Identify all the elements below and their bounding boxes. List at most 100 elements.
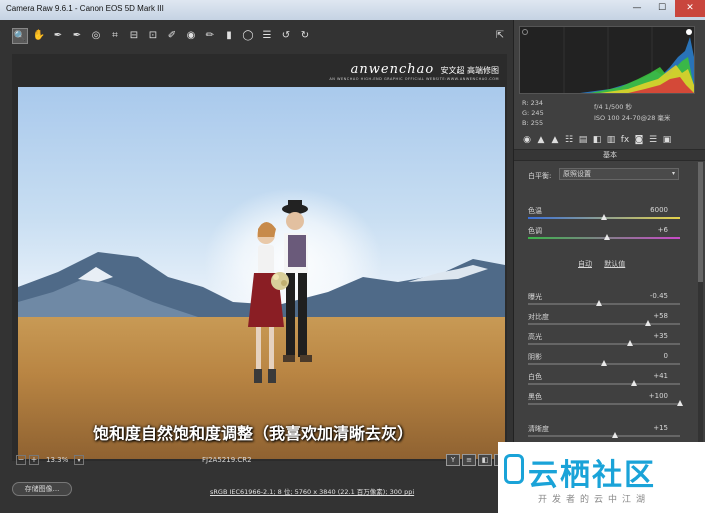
- rgb-readout: R: 234 G: 245 B: 255: [522, 98, 544, 128]
- contrast-value[interactable]: +58: [653, 312, 668, 320]
- shadows-value[interactable]: 0: [664, 352, 668, 360]
- shadows-slider[interactable]: 阴影 0: [528, 352, 680, 370]
- default-link[interactable]: 默认值: [604, 260, 625, 268]
- white-balance-select[interactable]: 原照设置 ▾: [559, 168, 679, 180]
- view-cycle-button[interactable]: ≡: [462, 454, 476, 466]
- contrast-track[interactable]: [528, 323, 680, 325]
- site-watermark: 云栖社区 开发者的云中江湖: [498, 442, 705, 513]
- contrast-thumb[interactable]: [645, 320, 652, 326]
- swap-view-button[interactable]: ◧: [478, 454, 492, 466]
- status-bar: − + 13.3% ▾ FJ2A5219.CR2 Y ≡ ◧ ⊞: [12, 454, 508, 468]
- readout-r: R: 234: [522, 99, 543, 107]
- white-balance-tool-icon[interactable]: ✒: [50, 28, 66, 44]
- spot-removal-tool-icon[interactable]: ✐: [164, 28, 180, 44]
- transform-tool-icon[interactable]: ⊡: [145, 28, 161, 44]
- contrast-label: 对比度: [528, 313, 549, 321]
- whites-thumb[interactable]: [631, 380, 638, 386]
- whites-value[interactable]: +41: [653, 372, 668, 380]
- graduated-filter-tool-icon[interactable]: ▮: [221, 28, 237, 44]
- rotate-right-tool-icon[interactable]: ↻: [297, 28, 313, 44]
- targeted-adjustment-tool-icon[interactable]: ◎: [88, 28, 104, 44]
- temperature-value[interactable]: 6000: [650, 206, 668, 214]
- watermark-title: 云栖社区: [528, 458, 656, 493]
- section-title: 基本: [514, 149, 705, 161]
- panel-tab-icon[interactable]: ◙: [634, 134, 644, 146]
- color-sampler-tool-icon[interactable]: ✒: [69, 28, 85, 44]
- clarity-slider[interactable]: 清晰度 +15: [528, 424, 680, 442]
- contrast-slider[interactable]: 对比度 +58: [528, 312, 680, 330]
- man-vest: [288, 235, 306, 267]
- adjustment-panel: R: 234 G: 245 B: 255 f/4 1/500 秒 ISO 100…: [513, 20, 705, 513]
- image-canvas[interactable]: anwenchao 安文超 高端修图 AN WENCHAO HIGH-END G…: [12, 54, 507, 461]
- zoom-out-button[interactable]: −: [16, 455, 26, 465]
- preferences-tool-icon[interactable]: ☰: [259, 28, 275, 44]
- shadows-thumb[interactable]: [601, 360, 607, 366]
- zoom-level: 13.3%: [46, 456, 69, 464]
- toggle-fullscreen-icon[interactable]: ⇱: [492, 28, 508, 44]
- panel-tab-icon[interactable]: fx: [620, 134, 630, 146]
- whites-slider[interactable]: 白色 +41: [528, 372, 680, 390]
- tint-slider[interactable]: 色调 +6: [528, 226, 680, 244]
- view-y-button[interactable]: Y: [446, 454, 460, 466]
- hand-tool-icon[interactable]: ✋: [31, 28, 47, 44]
- tutorial-caption: 饱和度自然饱和度调整（我喜欢加清晰去灰）: [93, 424, 414, 443]
- blacks-track[interactable]: [528, 403, 680, 405]
- highlights-slider[interactable]: 高光 +35: [528, 332, 680, 350]
- couple: [248, 200, 312, 383]
- adjustment-brush-tool-icon[interactable]: ✏: [202, 28, 218, 44]
- scrollbar-thumb[interactable]: [698, 162, 703, 282]
- straighten-tool-icon[interactable]: ⊟: [126, 28, 142, 44]
- exposure-value[interactable]: -0.45: [650, 292, 668, 300]
- exposure-thumb[interactable]: [596, 300, 603, 306]
- close-button[interactable]: ✕: [675, 0, 705, 17]
- crop-tool-icon[interactable]: ⌗: [107, 28, 123, 44]
- tint-value[interactable]: +6: [658, 226, 668, 234]
- toolbar: 🔍 ✋ ✒ ✒ ◎ ⌗ ⊟ ⊡ ✐ ◉ ✏ ▮ ◯ ☰ ↺ ↻: [12, 28, 502, 46]
- shadow-clipping-icon[interactable]: [522, 29, 528, 35]
- highlights-track[interactable]: [528, 343, 680, 345]
- temperature-thumb[interactable]: [601, 214, 607, 220]
- panel-tab-icon[interactable]: ☷: [564, 134, 574, 146]
- logo-brand: anwenchao: [350, 62, 435, 77]
- temperature-slider[interactable]: 色温 6000: [528, 206, 680, 224]
- panel-tab-icon[interactable]: ▤: [578, 134, 588, 146]
- panel-tab-icon[interactable]: ▥: [606, 134, 616, 146]
- blacks-label: 黑色: [528, 393, 542, 401]
- auto-link[interactable]: 自动: [578, 260, 592, 268]
- photo-preview[interactable]: 饱和度自然饱和度调整（我喜欢加清晰去灰）: [18, 87, 505, 459]
- red-eye-tool-icon[interactable]: ◉: [183, 28, 199, 44]
- panel-tab-icon[interactable]: ▲: [550, 134, 560, 146]
- panel-tab-icon[interactable]: ◉: [522, 134, 532, 146]
- clarity-track[interactable]: [528, 435, 680, 437]
- zoom-in-button[interactable]: +: [29, 455, 39, 465]
- clarity-thumb[interactable]: [611, 432, 618, 438]
- highlight-clipping-icon[interactable]: [686, 29, 692, 35]
- panel-tab-icon[interactable]: ▣: [662, 134, 672, 146]
- minimize-button[interactable]: —: [625, 0, 649, 17]
- highlights-value[interactable]: +35: [653, 332, 668, 340]
- blacks-thumb[interactable]: [677, 400, 683, 406]
- zoom-tool-icon[interactable]: 🔍: [12, 28, 28, 44]
- radial-filter-tool-icon[interactable]: ◯: [240, 28, 256, 44]
- panel-scrollbar[interactable]: [698, 162, 703, 452]
- tint-thumb[interactable]: [604, 234, 611, 240]
- panel-tab-icon[interactable]: ☰: [648, 134, 658, 146]
- blacks-value[interactable]: +100: [649, 392, 668, 400]
- histogram: [519, 26, 695, 94]
- rotate-left-tool-icon[interactable]: ↺: [278, 28, 294, 44]
- panel-tab-icon[interactable]: ◧: [592, 134, 602, 146]
- workflow-options-link[interactable]: sRGB IEC61966-2.1; 8 位; 5760 x 3840 (22.…: [210, 486, 414, 496]
- maximize-button[interactable]: ☐: [650, 0, 674, 17]
- whites-track[interactable]: [528, 383, 680, 385]
- highlights-thumb[interactable]: [626, 340, 633, 346]
- save-image-button[interactable]: 存储图像...: [12, 482, 72, 496]
- clarity-value[interactable]: +15: [653, 424, 668, 432]
- histogram-graph: [563, 27, 694, 93]
- exposure-track[interactable]: [528, 303, 680, 305]
- window-title: Camera Raw 9.6.1 - Canon EOS 5D Mark III: [6, 4, 164, 13]
- blacks-slider[interactable]: 黑色 +100: [528, 392, 683, 410]
- bouquet: [271, 272, 289, 290]
- exposure-slider[interactable]: 曝光 -0.45: [528, 292, 680, 310]
- zoom-dropdown[interactable]: ▾: [74, 455, 84, 465]
- panel-tab-icon[interactable]: ▲: [536, 134, 546, 146]
